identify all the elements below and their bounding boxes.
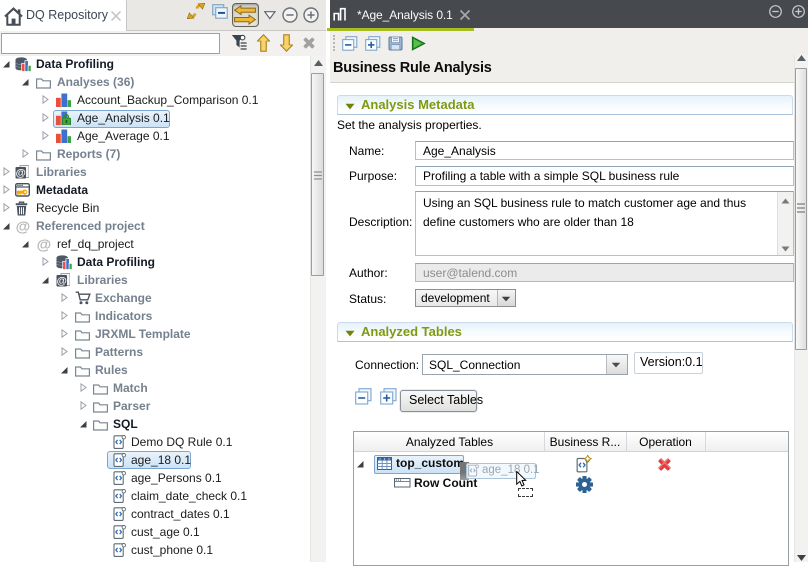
svg-text:@: @ xyxy=(57,275,67,287)
svg-text:@: @ xyxy=(16,167,26,179)
svg-text:@: @ xyxy=(37,237,52,252)
svg-text:@: @ xyxy=(16,219,31,234)
